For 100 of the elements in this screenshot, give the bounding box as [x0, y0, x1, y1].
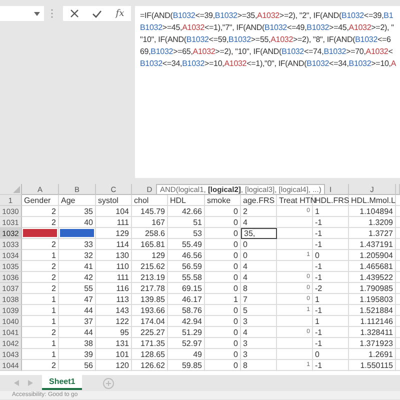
- table-cell: 0: [241, 250, 277, 261]
- table-cell: 1.439522: [349, 272, 396, 283]
- table-cell: 1.437191: [349, 239, 396, 250]
- table-cell: 167: [132, 217, 168, 228]
- column-heading: Treat HTN: [277, 195, 313, 206]
- sheet-tab[interactable]: Sheet1: [42, 375, 82, 390]
- table-cell: 49: [168, 349, 205, 360]
- insert-function-button[interactable]: fx: [116, 8, 124, 18]
- table-cell: 0: [205, 272, 241, 283]
- table-cell: 213.19: [132, 272, 168, 283]
- table-cell: 0: [205, 217, 241, 228]
- table-cell: 0: [205, 228, 241, 239]
- table-cell: 122: [96, 316, 132, 327]
- table-cell: -1: [313, 217, 349, 228]
- table-cell: 0: [313, 250, 349, 261]
- table-cell: 165.81: [132, 239, 168, 250]
- table-cell: 55: [59, 283, 96, 294]
- table-cell: 1: [313, 316, 349, 327]
- table-cell: 1: [22, 316, 59, 327]
- table-cell: 42.94: [168, 316, 205, 327]
- table-cell: 5: [241, 305, 277, 316]
- table-cell: 0: [205, 206, 241, 217]
- cancel-icon[interactable]: [70, 9, 79, 18]
- table-cell: 95: [96, 327, 132, 338]
- table-cell: 4: [241, 217, 277, 228]
- table-cell: -1: [313, 228, 349, 239]
- table-cell: 101: [96, 349, 132, 360]
- column-heading: HDL.Mmol.L: [349, 195, 396, 206]
- table-cell: 1.3727: [349, 228, 396, 239]
- table-cell: -1: [313, 338, 349, 349]
- table-cell: 193.66: [132, 305, 168, 316]
- table-cell: 1.790985: [349, 283, 396, 294]
- column-heading: Age: [59, 195, 96, 206]
- formula-field[interactable]: [135, 6, 400, 178]
- table-cell: 1: [313, 294, 349, 305]
- table-cell: 2: [22, 283, 59, 294]
- table-cell: 2: [22, 327, 59, 338]
- table-cell: 55.58: [168, 272, 205, 283]
- table-cell: 2: [22, 206, 59, 217]
- table-cell: 111: [96, 217, 132, 228]
- table-cell: 129: [96, 228, 132, 239]
- previous-sheet-icon[interactable]: [14, 380, 19, 386]
- table-cell: 0: [241, 239, 277, 250]
- table-cell: 1.104894: [349, 206, 396, 217]
- table-cell: 2: [22, 261, 59, 272]
- table-cell: 58.76: [168, 305, 205, 316]
- table-cell: 44: [59, 327, 96, 338]
- table-cell: 111: [96, 272, 132, 283]
- table-cell: 42: [59, 272, 96, 283]
- table-cell: 51: [168, 217, 205, 228]
- table-cell: -2: [313, 283, 349, 294]
- table-cell: 4: [241, 327, 277, 338]
- column-heading: chol: [132, 195, 168, 206]
- table-cell: 4: [241, 272, 277, 283]
- table-cell: 1.195803: [349, 294, 396, 305]
- table-cell: 4: [241, 261, 277, 272]
- add-sheet-icon[interactable]: [103, 378, 114, 388]
- table-cell: 32: [59, 250, 96, 261]
- table-cell: 46.17: [168, 294, 205, 305]
- table-cell: 143: [96, 305, 132, 316]
- table-cell: 37: [59, 316, 96, 327]
- next-sheet-icon[interactable]: [28, 380, 33, 386]
- name-box[interactable]: [0, 6, 44, 21]
- checkmark-icon[interactable]: [92, 10, 102, 18]
- table-cell: 51.29: [168, 327, 205, 338]
- table-cell: -1: [313, 327, 349, 338]
- table-cell: 116: [96, 283, 132, 294]
- table-cell: 1.521884: [349, 305, 396, 316]
- table-cell: 1: [205, 294, 241, 305]
- table-cell: 2: [22, 239, 59, 250]
- table-cell: 131: [96, 338, 132, 349]
- table-cell: 44: [59, 305, 96, 316]
- table-cell: 7: [241, 294, 277, 305]
- table-cell: 2: [22, 272, 59, 283]
- table-cell: 225.27: [132, 327, 168, 338]
- table-cell: 0: [205, 327, 241, 338]
- table-cell: 1.371923: [349, 338, 396, 349]
- table-cell: 130: [96, 250, 132, 261]
- table-cell: 35: [59, 206, 96, 217]
- table-cell: 52.97: [168, 338, 205, 349]
- column-heading: systol: [96, 195, 132, 206]
- table-cell: 258.6: [132, 228, 168, 239]
- table-cell: 0: [205, 338, 241, 349]
- column-heading: Gender: [22, 195, 59, 206]
- table-cell: 0: [205, 283, 241, 294]
- caret-icon: [34, 12, 40, 16]
- table-cell: 129: [132, 250, 168, 261]
- select-all-icon[interactable]: [13, 186, 20, 193]
- table-cell: 69.15: [168, 283, 205, 294]
- table-cell: 41: [59, 261, 96, 272]
- table-cell: 2: [241, 206, 277, 217]
- column-heading: HDL: [168, 195, 205, 206]
- table-cell: 0: [205, 261, 241, 272]
- table-cell: 217.78: [132, 283, 168, 294]
- active-cell[interactable]: 35,: [241, 228, 277, 239]
- table-cell: 1.328411: [349, 327, 396, 338]
- table-cell: -1: [313, 305, 349, 316]
- table-cell: 1.112146: [349, 316, 396, 327]
- table-cell: 1.3209: [349, 217, 396, 228]
- table-cell: 1: [313, 206, 349, 217]
